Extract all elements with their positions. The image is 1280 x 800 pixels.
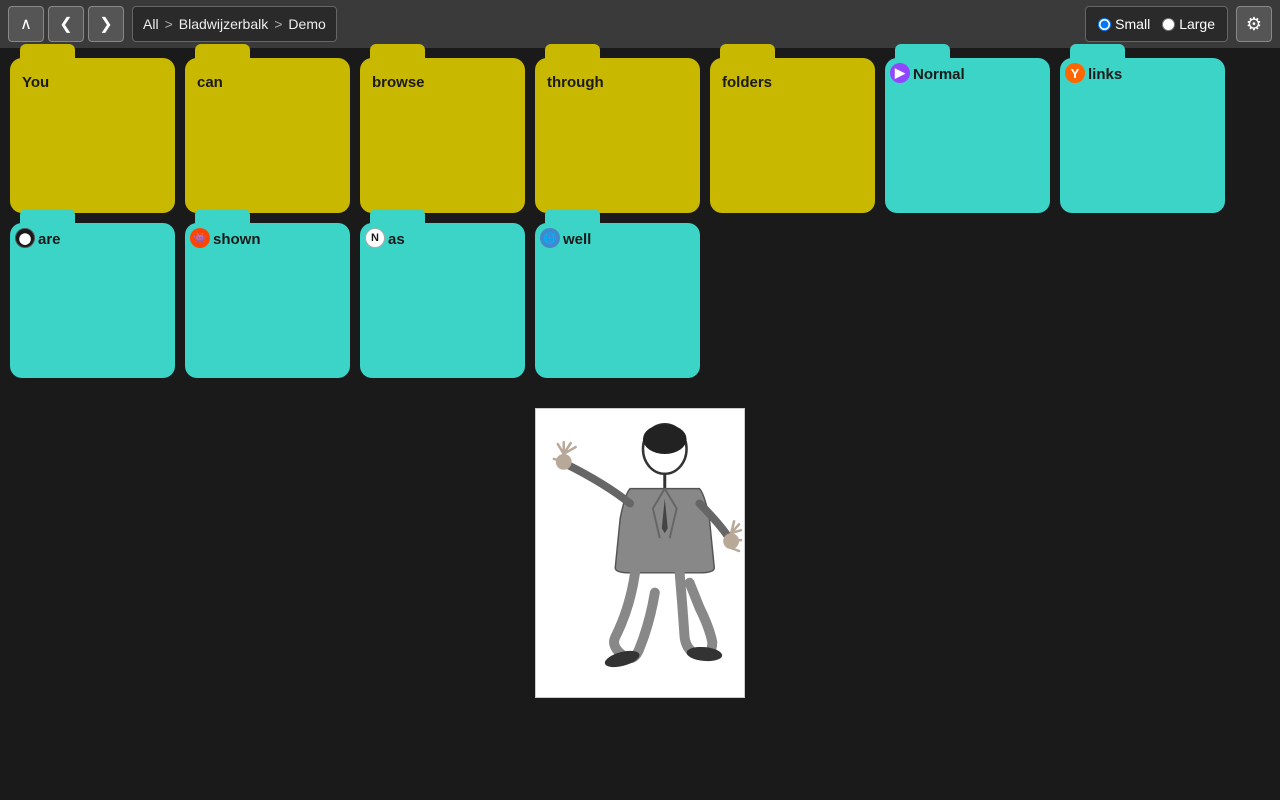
folder-folders[interactable]: folders — [710, 58, 875, 213]
notion-icon: N — [365, 228, 385, 248]
drake-svg — [536, 409, 744, 697]
toolbar: ∧ ❮ ❯ All > Bladwijzerbalk > Demo Small … — [0, 0, 1280, 48]
y-icon: Y — [1065, 63, 1085, 83]
large-radio[interactable] — [1162, 18, 1175, 31]
folder-label-links: links — [1088, 66, 1122, 83]
folder-normal[interactable]: ▶Normal — [885, 58, 1050, 213]
back-button[interactable]: ❮ — [48, 6, 84, 42]
folder-row-1: Youcanbrowsethroughfolders▶NormalYlinks — [10, 58, 1225, 213]
large-label: Large — [1179, 16, 1215, 32]
up-button[interactable]: ∧ — [8, 6, 44, 42]
drake-image — [535, 408, 745, 698]
folder-row-2: ⬤are👾shownNas🌐well — [10, 223, 700, 378]
folder-label-well: well — [563, 231, 591, 248]
folder-you[interactable]: You — [10, 58, 175, 213]
breadcrumb: All > Bladwijzerbalk > Demo — [132, 6, 337, 42]
breadcrumb-sep1: > — [165, 16, 173, 32]
small-radio-label[interactable]: Small — [1098, 16, 1150, 32]
large-radio-label[interactable]: Large — [1162, 16, 1215, 32]
breadcrumb-demo[interactable]: Demo — [288, 16, 325, 32]
folder-label-browse: browse — [372, 74, 425, 91]
small-radio[interactable] — [1098, 18, 1111, 31]
folder-browse[interactable]: browse — [360, 58, 525, 213]
folder-well[interactable]: 🌐well — [535, 223, 700, 378]
folder-label-shown: shown — [213, 231, 261, 248]
folder-through[interactable]: through — [535, 58, 700, 213]
breadcrumb-bladwijzerbalk[interactable]: Bladwijzerbalk — [179, 16, 268, 32]
breadcrumb-sep2: > — [274, 16, 282, 32]
forward-button[interactable]: ❯ — [88, 6, 124, 42]
settings-button[interactable]: ⚙ — [1236, 6, 1272, 42]
small-label: Small — [1115, 16, 1150, 32]
twitch-icon: ▶ — [890, 63, 910, 83]
folder-as[interactable]: Nas — [360, 223, 525, 378]
folder-label-through: through — [547, 74, 604, 91]
folder-label-you: You — [22, 74, 49, 91]
github-icon: ⬤ — [15, 228, 35, 248]
folder-can[interactable]: can — [185, 58, 350, 213]
folder-shown[interactable]: 👾shown — [185, 223, 350, 378]
folder-label-folders: folders — [722, 74, 772, 91]
reddit-icon: 👾 — [190, 228, 210, 248]
content-area: Youcanbrowsethroughfolders▶NormalYlinks … — [0, 48, 1280, 388]
size-options: Small Large — [1085, 6, 1228, 42]
folder-label-as: as — [388, 231, 405, 248]
folder-links[interactable]: Ylinks — [1060, 58, 1225, 213]
breadcrumb-all[interactable]: All — [143, 16, 159, 32]
folder-label-normal: Normal — [913, 66, 965, 83]
folder-label-can: can — [197, 74, 223, 91]
folder-label-are: are — [38, 231, 61, 248]
folder-are[interactable]: ⬤are — [10, 223, 175, 378]
globe-icon: 🌐 — [540, 228, 560, 248]
